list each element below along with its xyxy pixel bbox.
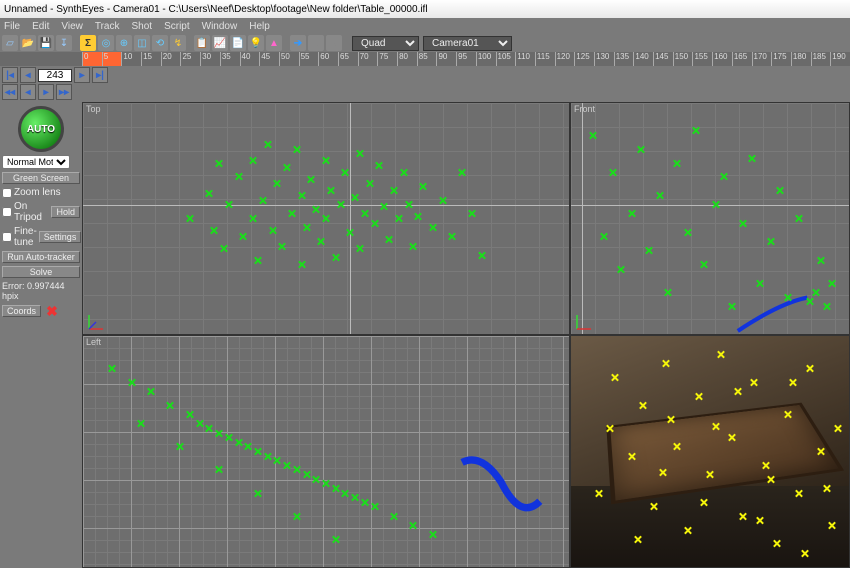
shuffle-icon[interactable]: ↯ xyxy=(170,35,186,51)
view-top[interactable]: Top xyxy=(82,102,570,335)
window-titlebar: Unnamed - SynthEyes - Camera01 - C:\User… xyxy=(0,0,850,18)
menu-help[interactable]: Help xyxy=(249,21,270,32)
first-frame-button[interactable]: |◂ xyxy=(2,67,18,83)
prev-frame-button[interactable]: ◂ xyxy=(20,67,36,83)
play-back-button[interactable]: ◂ xyxy=(20,84,36,100)
hold-button[interactable]: Hold xyxy=(51,206,80,218)
menu-track[interactable]: Track xyxy=(95,21,120,32)
save-icon[interactable]: 💾 xyxy=(38,35,54,51)
fine-tune-check[interactable]: Fine-tune xyxy=(2,226,37,248)
window-title: Unnamed - SynthEyes - Camera01 - C:\User… xyxy=(4,4,428,15)
clipboard-icon[interactable]: 📋 xyxy=(194,35,210,51)
playback-bar: |◂ ◂ ▸ ▸| xyxy=(0,66,850,84)
sidebar: AUTO Normal Motion Green Screen Zoom len… xyxy=(0,102,82,568)
toolbar: ▱ 📂 💾 ↧ Σ ◎ ⊕ ◫ ⟲ ↯ 📋 📈 📄 💡 ▲ ➔ ⊖ ⊕ Quad… xyxy=(0,34,850,52)
menubar: File Edit View Track Shot Script Window … xyxy=(0,18,850,34)
axis-gizmo-icon xyxy=(87,313,105,331)
globe-icon[interactable]: ⊕ xyxy=(116,35,132,51)
palette-icon[interactable]: ▲ xyxy=(266,35,282,51)
zoom-in-icon[interactable]: ⊕ xyxy=(326,35,342,51)
link-icon[interactable]: ⟲ xyxy=(152,35,168,51)
settings-button[interactable]: Settings xyxy=(39,231,82,243)
zoom-lens-check[interactable]: Zoom lens xyxy=(2,187,80,198)
export-icon[interactable]: ↧ xyxy=(56,35,72,51)
menu-shot[interactable]: Shot xyxy=(132,21,153,32)
new-icon[interactable]: ▱ xyxy=(2,35,18,51)
rew-button[interactable]: ◂◂ xyxy=(2,84,18,100)
tripod-check[interactable]: On Tripod xyxy=(2,201,49,223)
error-readout: Error: 0.997444 hpix xyxy=(2,281,80,301)
bulb-icon[interactable]: 💡 xyxy=(248,35,264,51)
ffwd-button[interactable]: ▸▸ xyxy=(56,84,72,100)
menu-window[interactable]: Window xyxy=(202,21,238,32)
open-icon[interactable]: 📂 xyxy=(20,35,36,51)
delete-icon[interactable]: ✖ xyxy=(45,304,59,318)
view-front[interactable]: Front xyxy=(570,102,850,335)
menu-script[interactable]: Script xyxy=(164,21,190,32)
cube-icon[interactable]: ◫ xyxy=(134,35,150,51)
sigma-icon[interactable]: Σ xyxy=(80,35,96,51)
last-frame-button[interactable]: ▸| xyxy=(92,67,108,83)
document-icon[interactable]: 📄 xyxy=(230,35,246,51)
timeline-ruler[interactable]: 0510152025303540455055606570758085909510… xyxy=(0,52,850,66)
menu-file[interactable]: File xyxy=(4,21,20,32)
target-icon[interactable]: ◎ xyxy=(98,35,114,51)
frame-input[interactable] xyxy=(38,69,72,82)
green-screen-button[interactable]: Green Screen xyxy=(2,172,80,184)
view-left[interactable]: Left xyxy=(82,335,570,568)
menu-view[interactable]: View xyxy=(61,21,83,32)
camera-select[interactable]: Camera01 xyxy=(423,36,512,51)
solve-button[interactable]: Solve xyxy=(2,266,80,278)
menu-edit[interactable]: Edit xyxy=(32,21,49,32)
graph-icon[interactable]: 📈 xyxy=(212,35,228,51)
zoom-out-icon[interactable]: ⊖ xyxy=(308,35,324,51)
view-mode-select[interactable]: Quad xyxy=(352,36,419,51)
axis-gizmo-icon xyxy=(575,313,593,331)
motion-mode-select[interactable]: Normal Motion xyxy=(2,155,70,169)
redo-icon[interactable]: ➔ xyxy=(290,35,306,51)
next-frame-button[interactable]: ▸ xyxy=(74,67,90,83)
coords-button[interactable]: Coords xyxy=(2,305,41,317)
view-camera[interactable] xyxy=(570,335,850,568)
run-auto-tracker-button[interactable]: Run Auto-tracker xyxy=(2,251,80,263)
play-button[interactable]: ▸ xyxy=(38,84,54,100)
auto-button[interactable]: AUTO xyxy=(18,106,64,152)
viewport-quad: Top Front Left xyxy=(82,102,850,568)
